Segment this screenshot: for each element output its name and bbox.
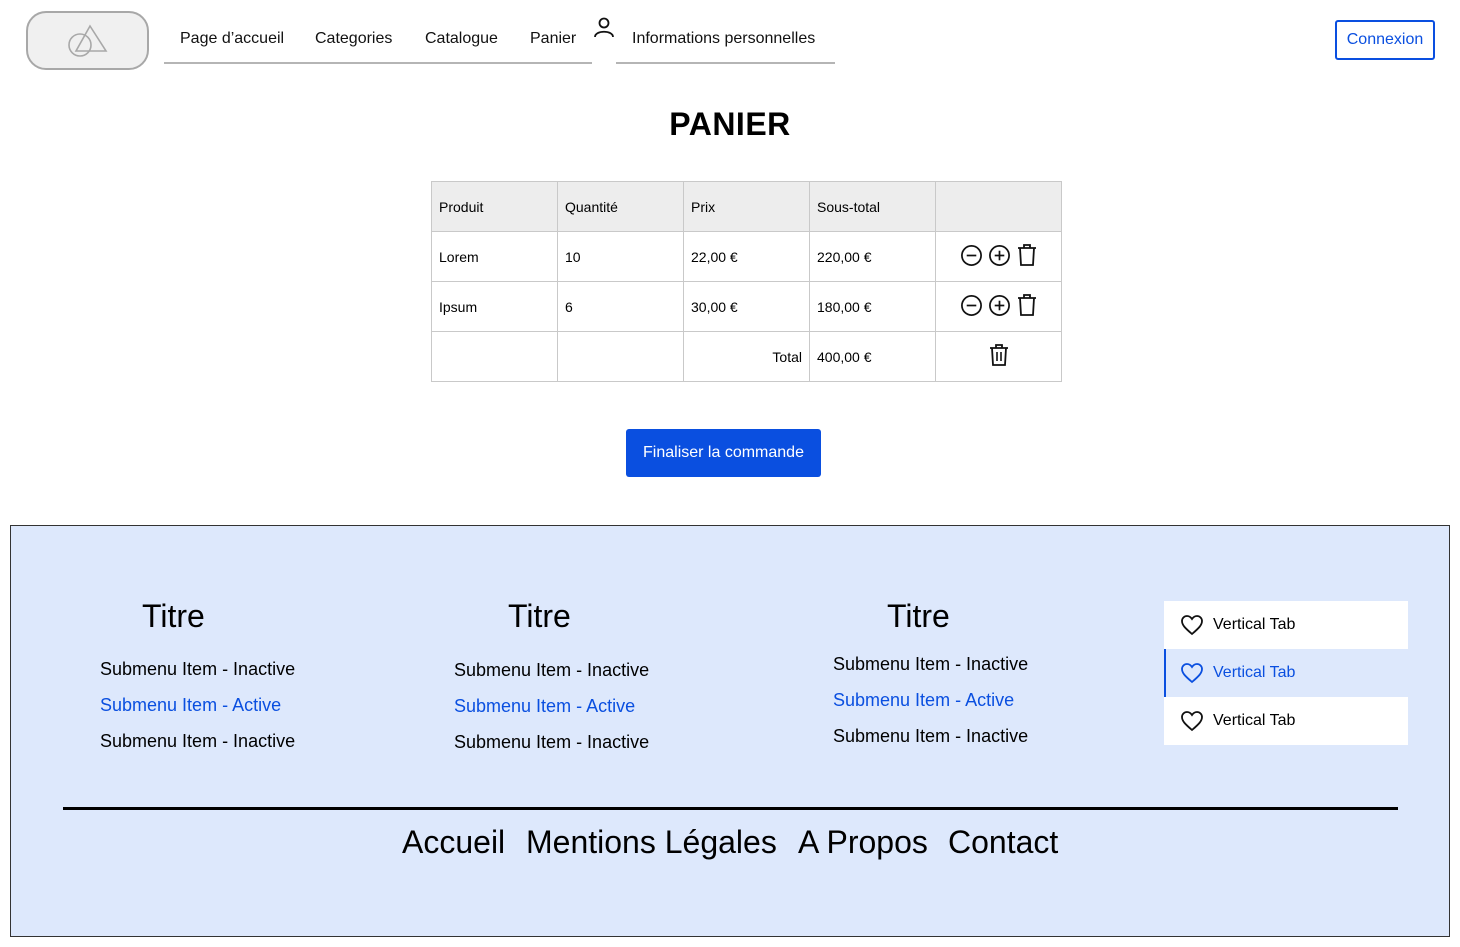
cell-actions xyxy=(935,281,1062,332)
increase-quantity-icon[interactable] xyxy=(988,244,1011,270)
footer-submenu-item[interactable]: Submenu Item - Inactive xyxy=(454,660,649,681)
nav-categories[interactable]: Categories xyxy=(315,30,392,48)
footer-column-title: Titre xyxy=(508,598,571,634)
shapes-logo-icon xyxy=(67,23,107,57)
nav-cart[interactable]: Panier xyxy=(530,30,576,48)
footer-submenu-item-active[interactable]: Submenu Item - Active xyxy=(100,695,281,716)
footer-submenu-item[interactable]: Submenu Item - Inactive xyxy=(100,731,295,752)
footer-submenu-item-active[interactable]: Submenu Item - Active xyxy=(833,690,1014,711)
decrease-quantity-icon[interactable] xyxy=(960,294,983,320)
footer: Titre Submenu Item - Inactive Submenu It… xyxy=(10,525,1450,937)
footer-submenu-item-active[interactable]: Submenu Item - Active xyxy=(454,696,635,717)
footer-link-legal[interactable]: Mentions Légales xyxy=(526,824,777,861)
column-header-subtotal: Sous-total xyxy=(809,181,936,232)
footer-column-title: Titre xyxy=(142,598,205,634)
footer-link-about[interactable]: A Propos xyxy=(798,824,928,861)
table-row: Lorem 10 22,00 € 220,00 € xyxy=(431,231,1062,282)
trash-icon[interactable] xyxy=(988,343,1010,370)
logo[interactable] xyxy=(26,11,149,70)
nav-personal-info[interactable]: Informations personnelles xyxy=(632,30,815,48)
cell-product: Ipsum xyxy=(431,281,558,332)
footer-submenu-item[interactable]: Submenu Item - Inactive xyxy=(833,654,1028,675)
vertical-tab-active[interactable]: Vertical Tab xyxy=(1164,649,1408,697)
heart-icon xyxy=(1181,711,1203,732)
cell-empty xyxy=(557,331,684,382)
checkout-button[interactable]: Finaliser la commande xyxy=(626,429,821,477)
table-total-row: Total 400,00 € xyxy=(431,331,1062,382)
vertical-tab[interactable]: Vertical Tab xyxy=(1164,697,1408,745)
footer-link-contact[interactable]: Contact xyxy=(948,824,1058,861)
column-header-actions xyxy=(935,181,1062,232)
vertical-tab-label: Vertical Tab xyxy=(1213,664,1296,681)
column-header-quantity: Quantité xyxy=(557,181,684,232)
cell-empty xyxy=(431,331,558,382)
table-row: Ipsum 6 30,00 € 180,00 € xyxy=(431,281,1062,332)
footer-divider xyxy=(63,807,1398,810)
vertical-tab[interactable]: Vertical Tab xyxy=(1164,601,1408,649)
login-button[interactable]: Connexion xyxy=(1335,20,1435,60)
total-label: Total xyxy=(683,331,810,382)
increase-quantity-icon[interactable] xyxy=(988,294,1011,320)
cell-actions xyxy=(935,231,1062,282)
column-header-price: Prix xyxy=(683,181,810,232)
total-value: 400,00 € xyxy=(809,331,936,382)
cell-quantity: 10 xyxy=(557,231,684,282)
cell-subtotal: 220,00 € xyxy=(809,231,936,282)
decrease-quantity-icon[interactable] xyxy=(960,244,983,270)
trash-icon[interactable] xyxy=(1016,293,1038,320)
vertical-tab-label: Vertical Tab xyxy=(1213,616,1296,633)
cell-price: 22,00 € xyxy=(683,231,810,282)
footer-submenu-item[interactable]: Submenu Item - Inactive xyxy=(100,659,295,680)
cell-quantity: 6 xyxy=(557,281,684,332)
heart-icon xyxy=(1181,663,1203,684)
column-header-product: Produit xyxy=(431,181,558,232)
page-title: PANIER xyxy=(669,106,791,142)
trash-icon[interactable] xyxy=(1016,243,1038,270)
nav-catalogue[interactable]: Catalogue xyxy=(425,30,498,48)
footer-submenu-item[interactable]: Submenu Item - Inactive xyxy=(454,732,649,753)
table-header-row: Produit Quantité Prix Sous-total xyxy=(431,181,1062,232)
footer-submenu-item[interactable]: Submenu Item - Inactive xyxy=(833,726,1028,747)
vertical-tab-label: Vertical Tab xyxy=(1213,712,1296,729)
footer-link-home[interactable]: Accueil xyxy=(402,824,505,861)
cell-clear-cart xyxy=(935,331,1062,382)
nav-home[interactable]: Page d’accueil xyxy=(180,30,284,48)
cart-table: Produit Quantité Prix Sous-total Lorem 1… xyxy=(431,181,1062,382)
heart-icon xyxy=(1181,615,1203,636)
cell-subtotal: 180,00 € xyxy=(809,281,936,332)
cell-product: Lorem xyxy=(431,231,558,282)
user-icon[interactable] xyxy=(593,16,615,45)
footer-column-title: Titre xyxy=(887,598,950,634)
cell-price: 30,00 € xyxy=(683,281,810,332)
